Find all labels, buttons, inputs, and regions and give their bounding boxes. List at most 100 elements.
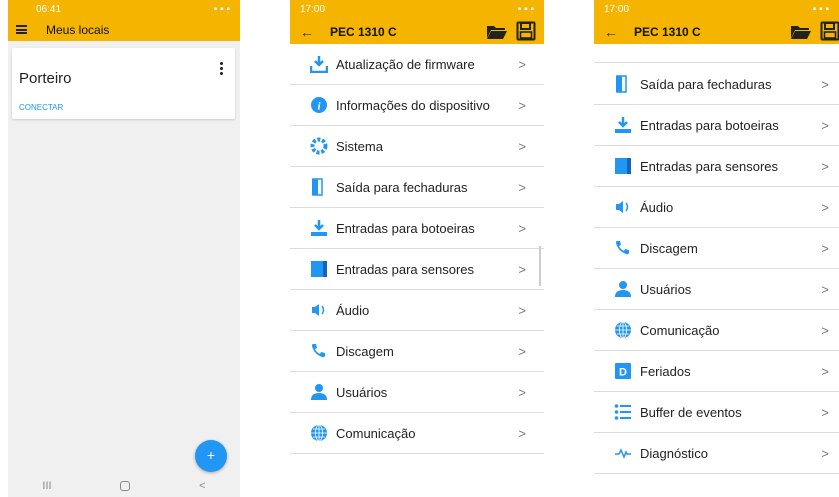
list-item[interactable]: Discagem > [594, 228, 839, 269]
back-button[interactable]: < [199, 480, 205, 492]
sensor-icon [614, 157, 632, 175]
app-bar: ← PEC 1310 C [594, 19, 839, 44]
info-icon: i [310, 96, 328, 114]
add-place-button[interactable]: + [195, 440, 227, 472]
door-icon [310, 178, 328, 196]
list-item[interactable]: Comunicação > [290, 413, 544, 454]
list-item[interactable]: Entradas para sensores > [594, 146, 839, 187]
status-icons: ▪ ▪ ▪ [213, 4, 230, 15]
globe-icon [614, 321, 632, 339]
list-item[interactable]: Saída para fechaduras > [594, 64, 839, 105]
phone-screen-device-menu-scrolled: 17:00 ▪ ▪ ▪ ← PEC 1310 C Saída para fech… [594, 0, 839, 497]
chevron-right-icon: > [518, 179, 526, 195]
chevron-right-icon: > [821, 281, 829, 297]
list-item[interactable]: Entradas para botoeiras > [594, 105, 839, 146]
place-card[interactable]: Porteiro CONECTAR [12, 48, 235, 119]
place-card-title: Porteiro [19, 70, 72, 87]
partially-scrolled-row [594, 44, 839, 63]
svg-text:D: D [619, 367, 627, 379]
chevron-right-icon: > [518, 138, 526, 154]
menu-icon[interactable] [16, 25, 27, 34]
screenshot-collage: 06:41 ▪ ▪ ▪ Meus locais Porteiro CONECTA… [0, 0, 839, 497]
home-button[interactable] [120, 481, 131, 491]
save-icon[interactable] [820, 21, 839, 41]
status-bar: 17:00 ▪ ▪ ▪ [594, 0, 839, 19]
list-item[interactable]: Atualização de firmware > [290, 44, 544, 85]
recent-apps-button[interactable]: III [42, 480, 51, 492]
open-folder-icon[interactable] [790, 23, 812, 40]
settings-list: Atualização de firmware > i Informações do … [290, 44, 544, 454]
list-item-label: Áudio [336, 302, 370, 318]
page-title: PEC 1310 C [634, 24, 701, 39]
chevron-right-icon: > [821, 199, 829, 215]
chevron-right-icon: > [821, 240, 829, 256]
list-item[interactable]: Saída para fechaduras > [290, 167, 544, 208]
list-item-label: Discagem [640, 240, 698, 256]
list-item-label: Comunicação [336, 425, 416, 441]
speaker-icon [310, 301, 328, 319]
open-folder-icon[interactable] [486, 23, 508, 40]
download-icon [309, 55, 329, 74]
user-icon [614, 280, 632, 298]
list-item-label: Áudio [640, 199, 674, 215]
list-item-label: Saída para fechaduras [640, 76, 772, 92]
chevron-right-icon: > [821, 404, 829, 420]
list-item[interactable]: Áudio > [290, 290, 544, 331]
chevron-right-icon: > [518, 56, 526, 72]
user-icon [310, 383, 328, 401]
back-arrow-icon[interactable]: ← [300, 24, 314, 40]
connect-button[interactable]: CONECTAR [19, 103, 63, 112]
list-item-label: Entradas para botoeiras [336, 220, 475, 236]
list-item[interactable]: D Feriados > [594, 351, 839, 392]
list-item[interactable]: Usuários > [290, 372, 544, 413]
list-item-label: Usuários [336, 384, 388, 400]
phone-screen-my-places: 06:41 ▪ ▪ ▪ Meus locais Porteiro CONECTA… [8, 0, 240, 497]
pulse-icon [614, 444, 632, 462]
settings-list: Saída para fechaduras > Entradas para boto… [594, 64, 839, 474]
list-item-label: Feriados [640, 363, 691, 379]
list-icon [614, 403, 632, 421]
chevron-right-icon: > [518, 343, 526, 359]
save-icon[interactable] [516, 21, 536, 41]
chevron-right-icon: > [821, 117, 829, 133]
globe-icon [310, 424, 328, 442]
list-item-label: Comunicação [640, 322, 720, 338]
list-item[interactable]: Usuários > [594, 269, 839, 310]
list-item[interactable]: Comunicação > [594, 310, 839, 351]
status-bar: 06:41 ▪ ▪ ▪ [8, 0, 240, 19]
status-bar: 17:00 ▪ ▪ ▪ [290, 0, 544, 19]
more-options-icon[interactable] [220, 62, 223, 75]
phone-screen-device-menu: 17:00 ▪ ▪ ▪ ← PEC 1310 C Atualização de … [290, 0, 544, 497]
gear-icon [310, 137, 328, 155]
app-bar: ← PEC 1310 C [290, 19, 544, 44]
list-item[interactable]: Áudio > [594, 187, 839, 228]
status-time: 17:00 [300, 4, 326, 15]
list-item-label: Buffer de eventos [640, 404, 742, 420]
list-item[interactable]: i Informações do dispositivo > [290, 85, 544, 126]
page-title: PEC 1310 C [330, 24, 397, 39]
list-item[interactable]: Buffer de eventos > [594, 392, 839, 433]
list-item-label: Entradas para sensores [640, 158, 779, 174]
list-item[interactable]: Sistema > [290, 126, 544, 167]
chevron-right-icon: > [821, 445, 829, 461]
chevron-right-icon: > [518, 261, 526, 277]
app-bar: Meus locais [8, 19, 240, 41]
holiday-icon: D [614, 362, 632, 380]
list-item[interactable]: Entradas para botoeiras > [290, 208, 544, 249]
chevron-right-icon: > [821, 158, 829, 174]
chevron-right-icon: > [518, 384, 526, 400]
chevron-right-icon: > [821, 322, 829, 338]
chevron-right-icon: > [821, 363, 829, 379]
list-item[interactable]: Entradas para sensores > [290, 249, 544, 290]
scrollbar[interactable] [539, 246, 541, 286]
page-title: Meus locais [46, 23, 110, 37]
list-item[interactable]: Discagem > [290, 331, 544, 372]
door-icon [614, 75, 632, 93]
back-arrow-icon[interactable]: ← [604, 24, 618, 40]
system-nav-bar: III < [8, 475, 240, 497]
status-icons: ▪ ▪ ▪ [812, 4, 829, 15]
list-item[interactable]: Diagnóstico > [594, 433, 839, 474]
sensor-icon [310, 260, 328, 278]
chevron-right-icon: > [518, 220, 526, 236]
list-item-label: Atualização de firmware [336, 56, 475, 72]
